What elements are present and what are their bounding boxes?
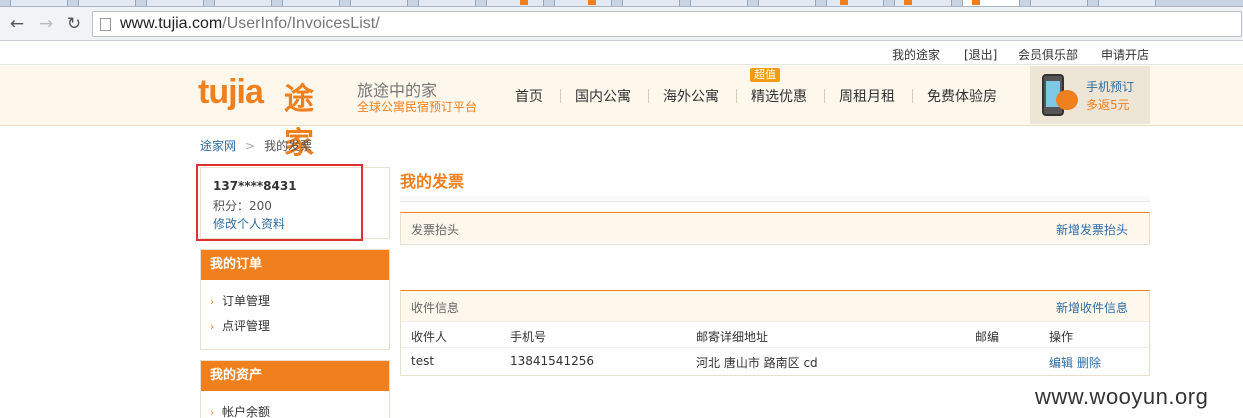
browser-tab[interactable] (282, 0, 340, 6)
browser-toolbar: ← → ↻ www.tujia.com/UserInfo/InvoicesLis… (0, 7, 1243, 41)
back-arrow-icon[interactable]: ← (6, 13, 28, 35)
browser-tab[interactable] (78, 0, 136, 6)
tab-favicon-icon (588, 0, 596, 5)
column-header: 收件人 (411, 330, 448, 344)
watermark: www.wooyun.org (1025, 378, 1243, 418)
nav-free-trial[interactable]: 免费体验房 (927, 86, 997, 106)
page-title: 我的发票 (400, 172, 465, 191)
nav-divider (560, 89, 561, 103)
mobile-booking-promo[interactable]: 手机预订 多返5元 (1030, 66, 1150, 124)
nav-divider (736, 89, 737, 103)
tab-favicon-icon (520, 0, 528, 5)
watermark-text: www.wooyun.org (1035, 384, 1209, 409)
nav-deals[interactable]: 精选优惠 (751, 86, 807, 106)
browser-tab[interactable] (1098, 0, 1156, 6)
reload-icon[interactable]: ↻ (63, 13, 85, 35)
nav-divider (824, 89, 825, 103)
sidebar-item-label: 帐户余额 (222, 405, 271, 418)
browser-tab-strip (0, 0, 1243, 7)
url-text[interactable]: www.tujia.com/UserInfo/InvoicesList/ (120, 15, 380, 33)
open-shop-link[interactable]: 申请开店 (1101, 46, 1149, 63)
assets-panel: 我的资产 › 帐户余额 (200, 360, 390, 418)
invoice-header-panel: 发票抬头 新增发票抬头 (400, 212, 1150, 245)
tab-favicon-icon (904, 0, 912, 5)
browser-tab[interactable] (146, 0, 204, 6)
url-path: /UserInfo/InvoicesList/ (222, 15, 380, 32)
assets-title: 我的资产 (201, 361, 389, 391)
nav-overseas[interactable]: 海外公寓 (663, 86, 719, 106)
column-header: 操作 (1049, 330, 1074, 344)
recipient-address: 河北 唐山市 路南区 cd (696, 356, 818, 370)
browser-tab[interactable] (214, 0, 272, 6)
add-recipient-link[interactable]: 新增收件信息 (1056, 299, 1128, 316)
sidebar-item-review-manage[interactable]: › 点评管理 (201, 314, 389, 339)
breadcrumb-current: 我的发票 (264, 139, 313, 153)
browser-tab[interactable] (350, 0, 408, 6)
title-divider (400, 196, 1150, 202)
sidebar-item-balance[interactable]: › 帐户余额 (201, 400, 389, 418)
browser-tab[interactable] (690, 0, 748, 6)
slogan-sub: 全球公寓民宿预订平台 (357, 100, 478, 114)
url-host: www.tujia.com (120, 15, 223, 32)
column-header: 邮寄详细地址 (696, 330, 769, 344)
browser-tab[interactable] (10, 0, 68, 6)
recipient-label: 收件信息 (411, 301, 460, 315)
delete-link[interactable]: 删除 (1077, 354, 1101, 371)
sidebar-item-label: 点评管理 (222, 319, 271, 333)
page-icon (100, 18, 111, 31)
table-row: test 13841541256 河北 唐山市 路南区 cd 编辑 删除 (401, 347, 1149, 373)
browser-tab[interactable] (486, 0, 544, 6)
invoice-header-label: 发票抬头 (411, 223, 460, 237)
browser-tab[interactable] (758, 0, 816, 6)
breadcrumb-home[interactable]: 途家网 (200, 139, 236, 153)
logout-link[interactable]: [退出] (964, 46, 997, 63)
orders-panel: 我的订单 › 订单管理 › 点评管理 (200, 249, 390, 350)
nav-domestic[interactable]: 国内公寓 (575, 86, 631, 106)
nav-divider (648, 89, 649, 103)
browser-tab[interactable] (554, 0, 612, 6)
hot-badge: 超值 (750, 68, 780, 82)
mascot-icon (1056, 90, 1078, 110)
sidebar-item-label: 订单管理 (222, 294, 271, 308)
add-invoice-header-link[interactable]: 新增发票抬头 (1056, 221, 1128, 238)
browser-tab[interactable] (894, 0, 952, 6)
sidebar-item-order-manage[interactable]: › 订单管理 (201, 289, 389, 314)
browser-tab[interactable] (622, 0, 680, 6)
recipient-panel: 收件信息 新增收件信息 收件人 手机号 邮寄详细地址 邮编 操作 test 13… (400, 290, 1150, 376)
site-header: tujia 途家 旅途中的家 全球公寓民宿预订平台 首页 国内公寓 海外公寓 精… (0, 65, 1243, 161)
chevron-right-icon: › (210, 320, 215, 333)
nav-weekly-monthly[interactable]: 周租月租 (839, 86, 895, 106)
orders-title: 我的订单 (201, 250, 389, 280)
chevron-right-icon: › (210, 295, 215, 308)
mobile-promo-title: 手机预订 (1086, 80, 1135, 94)
breadcrumb-arrow: > (245, 139, 256, 153)
recipient-name: test (411, 354, 435, 368)
edit-link[interactable]: 编辑 (1049, 354, 1073, 371)
forward-arrow-icon[interactable]: → (35, 13, 57, 35)
nav-divider (912, 89, 913, 103)
member-club-link[interactable]: 会员俱乐部 (1018, 46, 1078, 63)
nav-home[interactable]: 首页 (515, 86, 543, 106)
recipient-phone: 13841541256 (510, 354, 594, 368)
browser-tab[interactable] (418, 0, 476, 6)
chevron-right-icon: › (210, 406, 215, 418)
highlight-box (196, 164, 363, 241)
column-header: 手机号 (510, 330, 547, 344)
browser-tab[interactable] (826, 0, 884, 6)
column-header: 邮编 (975, 330, 1000, 344)
my-tujia-link[interactable]: 我的途家 (892, 46, 940, 63)
browser-tab[interactable] (1030, 0, 1088, 6)
address-bar[interactable]: www.tujia.com/UserInfo/InvoicesList/ (92, 11, 1242, 37)
logo-text: tujia (198, 73, 264, 111)
tab-favicon-icon (840, 0, 848, 5)
mobile-promo-bonus: 多返5元 (1086, 98, 1130, 112)
browser-tab-active[interactable] (962, 0, 1020, 6)
top-utility-bar: 我的途家 [退出] 会员俱乐部 申请开店 (0, 41, 1243, 65)
tab-favicon-icon (972, 0, 980, 5)
table-header-row: 收件人 手机号 邮寄详细地址 邮编 操作 (401, 321, 1149, 347)
breadcrumb: 途家网 > 我的发票 (200, 137, 312, 154)
